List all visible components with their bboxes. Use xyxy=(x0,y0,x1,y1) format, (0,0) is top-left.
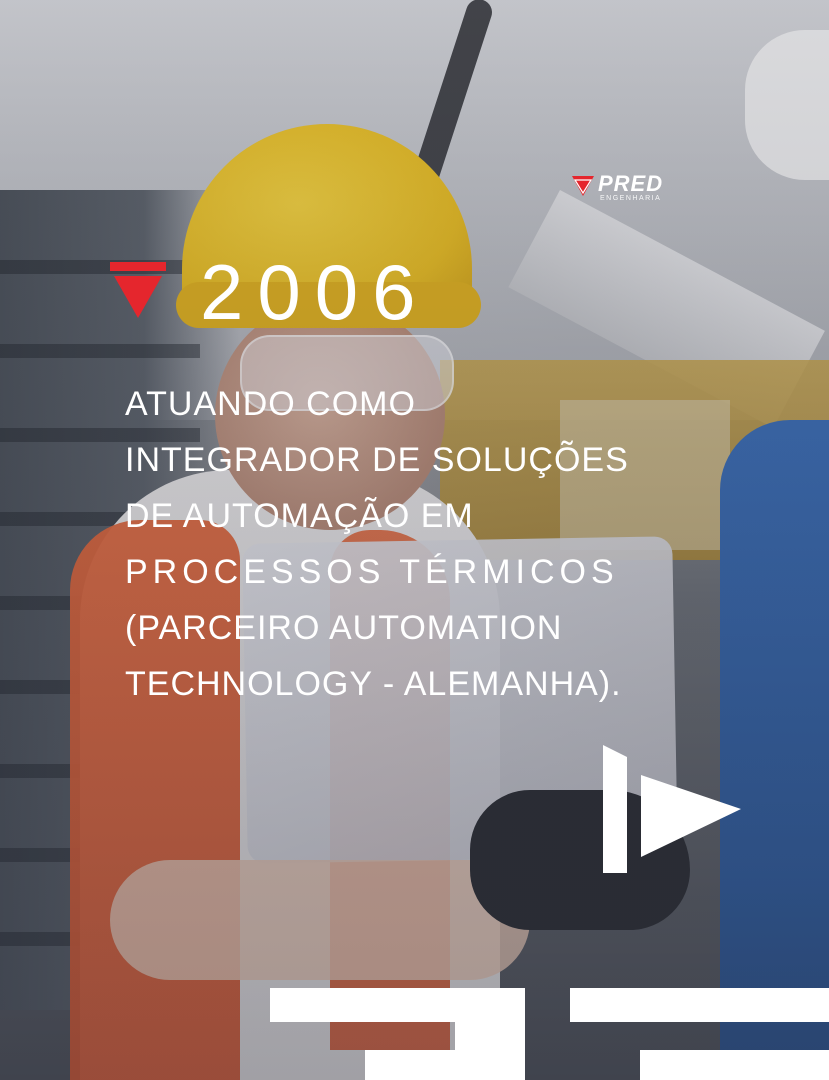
description-line: DE AUTOMAÇÃO EM xyxy=(125,497,474,535)
logo-subtitle: ENGENHARIA xyxy=(600,195,662,202)
description-line: PROCESSOS TÉRMICOS xyxy=(125,553,619,591)
brand-logo: PRED ENGENHARIA xyxy=(572,173,702,205)
logo-triangle-icon xyxy=(572,176,594,196)
logo-wordmark: PRED xyxy=(598,171,664,196)
description-line: TECHNOLOGY - ALEMANHA). xyxy=(125,665,622,703)
red-triangle-icon xyxy=(110,262,166,318)
story-slide: PRED ENGENHARIA 2006 ATUANDO COMO INTEGR… xyxy=(0,0,829,1080)
milestone-year: 2006 xyxy=(200,248,430,336)
description-line: (PARCEIRO AUTOMATION xyxy=(125,609,563,647)
description-line: ATUANDO COMO xyxy=(125,385,416,423)
description-line: INTEGRADOR DE SOLUÇÕES xyxy=(125,441,629,479)
milestone-description: ATUANDO COMO INTEGRADOR DE SOLUÇÕES DE A… xyxy=(125,376,685,712)
brand-shape-icon xyxy=(270,988,829,1080)
skip-forward-icon[interactable] xyxy=(603,745,743,873)
